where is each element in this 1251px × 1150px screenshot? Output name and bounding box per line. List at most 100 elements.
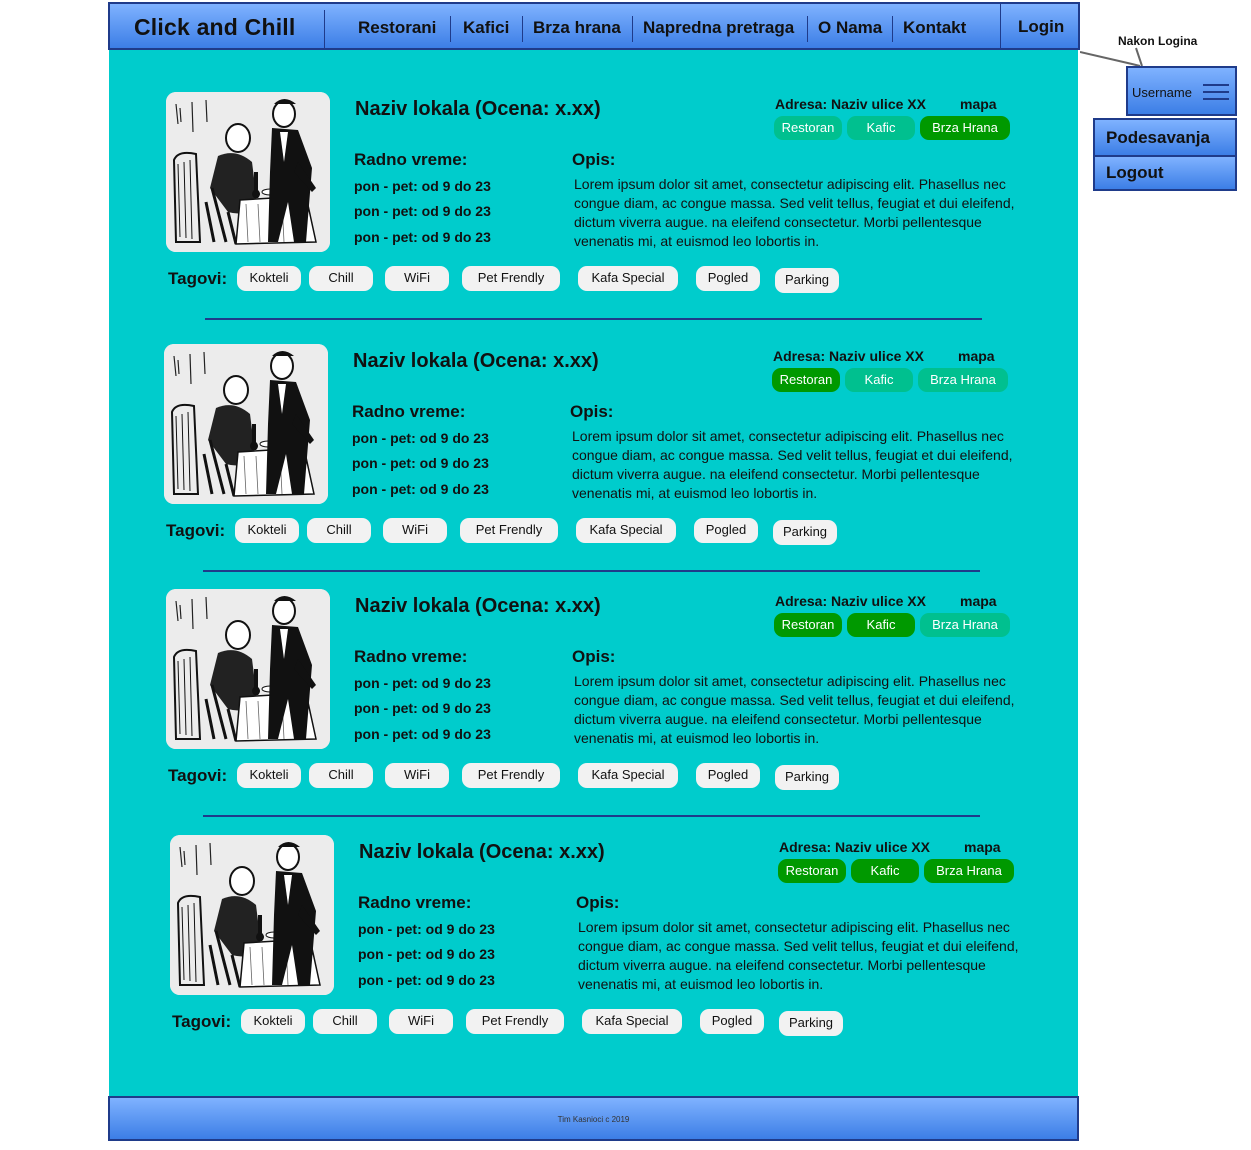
- type-badge-restoran[interactable]: Restoran: [772, 368, 840, 392]
- tag-chip[interactable]: Pogled: [694, 518, 758, 543]
- listing-card: Naziv lokala (Ocena: x.xx) Adresa: Naziv …: [164, 344, 1133, 554]
- listing-title[interactable]: Naziv lokala (Ocena: x.xx): [353, 350, 599, 373]
- working-hours-line: pon - pet: od 9 do 23: [352, 430, 489, 446]
- tag-chip[interactable]: Pet Frendly: [466, 1009, 564, 1034]
- tag-chip[interactable]: Parking: [775, 268, 839, 293]
- menu-item-logout[interactable]: Logout: [1095, 157, 1235, 189]
- working-hours-line: pon - pet: od 9 do 23: [352, 481, 489, 497]
- menu-item-podesavanja[interactable]: Podesavanja: [1095, 120, 1235, 157]
- listing-title[interactable]: Naziv lokala (Ocena: x.xx): [355, 98, 601, 121]
- tag-chip[interactable]: WiFi: [383, 518, 447, 543]
- listing-content: Naziv lokala (Ocena: x.xx) Adresa: Naziv …: [109, 50, 1078, 1097]
- listing-card: Naziv lokala (Ocena: x.xx) Adresa: Naziv …: [170, 835, 1139, 1045]
- top-navbar: Click and Chill Restorani Kafici Brza hr…: [108, 2, 1080, 52]
- working-hours-line: pon - pet: od 9 do 23: [354, 229, 491, 245]
- nav-restorani[interactable]: Restorani: [358, 18, 436, 38]
- tag-chip[interactable]: Kokteli: [235, 518, 299, 543]
- tag-chip[interactable]: Pet Frendly: [462, 763, 560, 788]
- tag-chip[interactable]: Parking: [779, 1011, 843, 1036]
- map-link[interactable]: mapa: [960, 96, 997, 112]
- listing-title[interactable]: Naziv lokala (Ocena: x.xx): [355, 595, 601, 618]
- hamburger-icon[interactable]: [1128, 68, 1235, 114]
- map-link[interactable]: mapa: [964, 839, 1001, 855]
- tag-chip[interactable]: Chill: [309, 763, 373, 788]
- listing-photo[interactable]: [166, 92, 330, 252]
- nav-kafici[interactable]: Kafici: [463, 18, 509, 38]
- tag-chip[interactable]: Kokteli: [241, 1009, 305, 1034]
- working-hours-heading: Radno vreme:: [352, 402, 466, 421]
- tag-chip[interactable]: WiFi: [385, 763, 449, 788]
- tag-chip[interactable]: Pet Frendly: [462, 266, 560, 291]
- listing-photo[interactable]: [170, 835, 334, 995]
- description-heading: Opis:: [572, 150, 616, 169]
- listing-photo[interactable]: [164, 344, 328, 504]
- type-badge-brza-hrana[interactable]: Brza Hrana: [920, 613, 1010, 637]
- nav-separator: [450, 16, 451, 42]
- nav-o-nama[interactable]: O Nama: [818, 18, 882, 38]
- tag-chip[interactable]: Kafa Special: [576, 518, 676, 543]
- description-heading: Opis:: [572, 647, 616, 666]
- tag-chip[interactable]: Chill: [309, 266, 373, 291]
- tag-chip[interactable]: Pogled: [696, 763, 760, 788]
- listing-title[interactable]: Naziv lokala (Ocena: x.xx): [359, 841, 605, 864]
- nav-napredna-pretraga[interactable]: Napredna pretraga: [643, 18, 794, 38]
- type-badge-restoran[interactable]: Restoran: [774, 613, 842, 637]
- type-badge-restoran[interactable]: Restoran: [778, 859, 846, 883]
- type-badge-brza-hrana[interactable]: Brza Hrana: [924, 859, 1014, 883]
- working-hours-line: pon - pet: od 9 do 23: [358, 946, 495, 962]
- type-badge-kafic[interactable]: Kafic: [845, 368, 913, 392]
- working-hours-line: pon - pet: od 9 do 23: [354, 203, 491, 219]
- nav-separator: [807, 16, 808, 42]
- type-badge-restoran[interactable]: Restoran: [774, 116, 842, 140]
- tag-chip[interactable]: WiFi: [389, 1009, 453, 1034]
- footer: Tim Kasnioci c 2019: [108, 1096, 1079, 1141]
- nav-brza-hrana[interactable]: Brza hrana: [533, 18, 621, 38]
- description-heading: Opis:: [570, 402, 614, 421]
- tag-chip[interactable]: Kokteli: [237, 763, 301, 788]
- tag-chip[interactable]: Parking: [775, 765, 839, 790]
- working-hours-heading: Radno vreme:: [354, 647, 468, 666]
- tag-chip[interactable]: Pogled: [696, 266, 760, 291]
- working-hours-line: pon - pet: od 9 do 23: [354, 726, 491, 742]
- tag-chip[interactable]: Kafa Special: [578, 266, 678, 291]
- tags-label: Tagovi:: [172, 1012, 232, 1031]
- brand-logo[interactable]: Click and Chill: [134, 14, 295, 41]
- listing-card: Naziv lokala (Ocena: x.xx) Adresa: Naziv …: [166, 92, 1135, 302]
- nav-separator: [522, 16, 523, 42]
- map-link[interactable]: mapa: [958, 348, 995, 364]
- login-button[interactable]: Login: [1018, 17, 1064, 37]
- tag-chip[interactable]: WiFi: [385, 266, 449, 291]
- nav-kontakt[interactable]: Kontakt: [903, 18, 966, 38]
- tags-label: Tagovi:: [168, 766, 228, 785]
- type-badge-kafic[interactable]: Kafic: [847, 613, 915, 637]
- brand-separator: [324, 10, 325, 48]
- tag-chip[interactable]: Kafa Special: [578, 763, 678, 788]
- tag-chip[interactable]: Kokteli: [237, 266, 301, 291]
- user-dropdown-menu: Podesavanja Logout: [1093, 118, 1237, 191]
- type-badge-kafic[interactable]: Kafic: [847, 116, 915, 140]
- listing-card: Naziv lokala (Ocena: x.xx) Adresa: Naziv …: [166, 589, 1135, 799]
- tag-chip[interactable]: Chill: [313, 1009, 377, 1034]
- tag-chip[interactable]: Pet Frendly: [460, 518, 558, 543]
- listing-divider: [203, 815, 980, 817]
- map-link[interactable]: mapa: [960, 593, 997, 609]
- tag-chip[interactable]: Chill: [307, 518, 371, 543]
- listing-description: Lorem ipsum dolor sit amet, consectetur …: [572, 428, 1013, 501]
- type-badge-brza-hrana[interactable]: Brza Hrana: [920, 116, 1010, 140]
- working-hours-heading: Radno vreme:: [358, 893, 472, 912]
- user-menu-button[interactable]: Username: [1126, 66, 1237, 116]
- listing-divider: [205, 318, 982, 320]
- listing-divider: [203, 570, 980, 572]
- working-hours-line: pon - pet: od 9 do 23: [352, 455, 489, 471]
- listing-address: Adresa: Naziv ulice XX: [775, 96, 926, 112]
- listing-description: Lorem ipsum dolor sit amet, consectetur …: [578, 919, 1019, 992]
- working-hours-line: pon - pet: od 9 do 23: [354, 178, 491, 194]
- listing-photo[interactable]: [166, 589, 330, 749]
- type-badge-brza-hrana[interactable]: Brza Hrana: [918, 368, 1008, 392]
- tag-chip[interactable]: Pogled: [700, 1009, 764, 1034]
- description-heading: Opis:: [576, 893, 620, 912]
- restaurant-illustration: [164, 344, 328, 504]
- tag-chip[interactable]: Parking: [773, 520, 837, 545]
- tag-chip[interactable]: Kafa Special: [582, 1009, 682, 1034]
- type-badge-kafic[interactable]: Kafic: [851, 859, 919, 883]
